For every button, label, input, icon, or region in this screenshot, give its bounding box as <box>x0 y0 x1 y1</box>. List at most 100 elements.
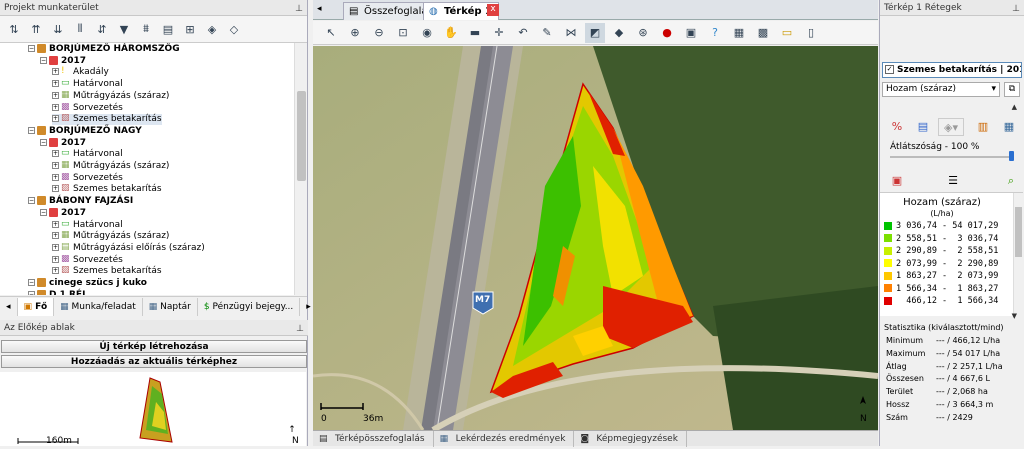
add-child-icon[interactable]: ⇅ <box>4 19 24 39</box>
tab-main[interactable]: ▣ Fő <box>17 297 55 316</box>
zoom-in-icon[interactable]: ⊕ <box>345 23 365 43</box>
zoom-menu-icon[interactable]: ◉ <box>417 23 437 43</box>
pin-icon[interactable]: ⊥ <box>296 321 304 337</box>
layer-icon[interactable]: ◆ <box>609 23 629 43</box>
expand-toggle-icon[interactable]: − <box>28 279 35 286</box>
search-icon[interactable]: ⌕ <box>1002 172 1020 190</box>
tab-query-results[interactable]: ▦ Lekérdezés eredmények <box>434 431 575 447</box>
frame-icon[interactable]: ▣ <box>681 23 701 43</box>
snap-icon[interactable]: ✛ <box>489 23 509 43</box>
expand-toggle-icon[interactable]: − <box>28 45 35 52</box>
layers-icon[interactable]: ◈ <box>202 19 222 39</box>
note-icon[interactable]: ▭ <box>777 23 797 43</box>
tab-scroll-left[interactable]: ◂ <box>0 297 18 316</box>
layer-row[interactable]: ✓ Szemes betakarítás | 201 <box>882 62 1022 78</box>
histogram-icon[interactable]: ▥ <box>974 118 992 136</box>
statistics-icon[interactable]: ▦ <box>1000 118 1018 136</box>
list-icon[interactable]: ☰ <box>944 172 962 190</box>
expand-toggle-icon[interactable]: + <box>52 103 59 111</box>
tree-node[interactable]: − BÁBONY FAJZÁSI <box>28 196 133 207</box>
zoom-extent-icon[interactable]: ⊡ <box>393 23 413 43</box>
info-icon[interactable]: ▦ <box>729 23 749 43</box>
expand-toggle-icon[interactable]: + <box>52 115 59 123</box>
expand-arrows-icon[interactable]: ▼ <box>880 312 1023 321</box>
tree-node[interactable]: + ▩ Sorvezetés <box>52 102 123 114</box>
tab-finance[interactable]: $ Pénzügyi bejegy... <box>198 297 301 316</box>
pin-icon[interactable]: ⊥ <box>295 1 303 17</box>
export-icon[interactable]: ▣ <box>888 172 906 190</box>
tree-node[interactable]: + ▭ Határvonal <box>52 79 123 90</box>
expand-toggle-icon[interactable]: + <box>52 243 59 251</box>
opacity-slider-track[interactable] <box>890 156 1014 158</box>
page-icon[interactable]: ▯ <box>801 23 821 43</box>
tree-node[interactable]: + ▭ Határvonal <box>52 149 123 160</box>
tree-node[interactable]: + ▩ Sorvezetés <box>52 172 123 184</box>
expand-toggle-icon[interactable]: − <box>40 56 47 64</box>
tree-node[interactable]: + ▦ Műtrágyázás (száraz) <box>52 90 169 102</box>
report-icon[interactable]: ▤ <box>158 19 178 39</box>
tree-node[interactable]: + ▭ Határvonal <box>52 219 123 231</box>
tree-node[interactable]: − D 1 RÉL <box>28 289 88 295</box>
tree-node[interactable]: − 2017 <box>40 207 86 219</box>
add-to-current-map-button[interactable]: Hozzáadás az aktuális térképhez <box>1 355 307 368</box>
export-icon[interactable]: ⊞ <box>180 19 200 39</box>
expand-toggle-icon[interactable]: + <box>52 220 59 228</box>
expand-toggle-icon[interactable]: + <box>52 162 59 169</box>
help-icon[interactable]: ? <box>705 23 725 43</box>
record-icon[interactable]: ● <box>657 23 677 43</box>
brush-menu-icon[interactable]: ◈▾ <box>938 118 964 136</box>
tree-node[interactable]: − BORJÚMEZŐ NAGY <box>28 125 142 137</box>
collapse-arrows-icon[interactable]: ▲ <box>880 103 1023 112</box>
collapse-icon[interactable]: ⫴ <box>70 19 90 39</box>
tree-node[interactable]: − 2017 <box>40 55 86 67</box>
close-tab-button[interactable]: x <box>487 4 499 16</box>
tree-node[interactable]: +! Akadály <box>52 67 109 78</box>
expand-toggle-icon[interactable]: + <box>52 173 59 181</box>
expand-toggle-icon[interactable]: + <box>52 91 59 99</box>
gps-icon[interactable]: ⊛ <box>633 23 653 43</box>
tab-calendar[interactable]: ▦ Naptár <box>143 297 198 316</box>
tree-node[interactable]: − 2017 <box>40 137 86 149</box>
tree-node[interactable]: + ▤ Műtrágyázási előírás (száraz) <box>52 242 205 254</box>
layer-checkbox[interactable]: ✓ <box>885 65 894 74</box>
tree-node[interactable]: + ▩ Sorvezetés <box>52 254 123 266</box>
tab-work-task[interactable]: ▦ Munka/feladat <box>54 297 143 316</box>
expand-toggle-icon[interactable]: − <box>28 197 35 205</box>
sort-icon[interactable]: ⇵ <box>92 19 112 39</box>
copy-icon[interactable]: ⧉ <box>1004 82 1020 97</box>
expand-toggle-icon[interactable]: + <box>52 150 59 158</box>
move-up-icon[interactable]: ⇈ <box>26 19 46 39</box>
tree-node[interactable]: + ▨ Szemes betakarítás <box>52 184 162 195</box>
select-pointer-icon[interactable]: ↖ <box>321 23 341 43</box>
pin-icon[interactable]: ⊥ <box>1012 1 1020 17</box>
tab-dropdown-icon[interactable]: ◂ <box>317 4 322 14</box>
split-icon[interactable]: ⋈ <box>561 23 581 43</box>
filter-options-icon[interactable]: ⩩ <box>136 19 156 39</box>
tree-node[interactable]: + ▦ Műtrágyázás (száraz) <box>52 231 169 242</box>
legend-scrollbar-thumb[interactable] <box>1015 207 1022 257</box>
expand-toggle-icon[interactable]: + <box>52 255 59 263</box>
opacity-slider-thumb[interactable] <box>1009 151 1014 161</box>
expand-toggle-icon[interactable]: − <box>40 138 47 146</box>
tree-node[interactable]: + ▨ Szemes betakarítás <box>52 266 162 277</box>
tree-node[interactable]: − BORJÚMEZŐ HÁROMSZÖG <box>28 44 180 55</box>
filter-icon[interactable]: ▼ <box>114 19 134 39</box>
color-ramp-icon[interactable]: ▤ <box>914 118 932 136</box>
measure-icon[interactable]: ▬ <box>465 23 485 43</box>
tree-scrollbar-thumb[interactable] <box>297 91 306 181</box>
tab-map-summary[interactable]: ▤ Térképösszefoglalás <box>313 431 434 447</box>
zoom-out-icon[interactable]: ⊖ <box>369 23 389 43</box>
expand-toggle-icon[interactable]: + <box>52 68 59 76</box>
expand-toggle-icon[interactable]: + <box>52 80 59 88</box>
expand-toggle-icon[interactable]: − <box>28 126 35 134</box>
map-canvas[interactable]: M7 0 36m N <box>313 46 878 430</box>
expand-toggle-icon[interactable]: − <box>40 208 47 216</box>
expand-toggle-icon[interactable]: − <box>28 290 35 295</box>
tab-image-notes[interactable]: ◙ Képmegjegyzések <box>574 431 687 447</box>
classify-icon[interactable]: % <box>888 118 906 136</box>
attribute-select[interactable]: Hozam (száraz) ▾ <box>882 82 1000 97</box>
legend-scrollbar[interactable] <box>1013 193 1023 317</box>
grid-icon[interactable]: ▩ <box>753 23 773 43</box>
layers-alt-icon[interactable]: ◇ <box>224 19 244 39</box>
tree-node[interactable]: + ▦ Műtrágyázás (száraz) <box>52 161 169 172</box>
